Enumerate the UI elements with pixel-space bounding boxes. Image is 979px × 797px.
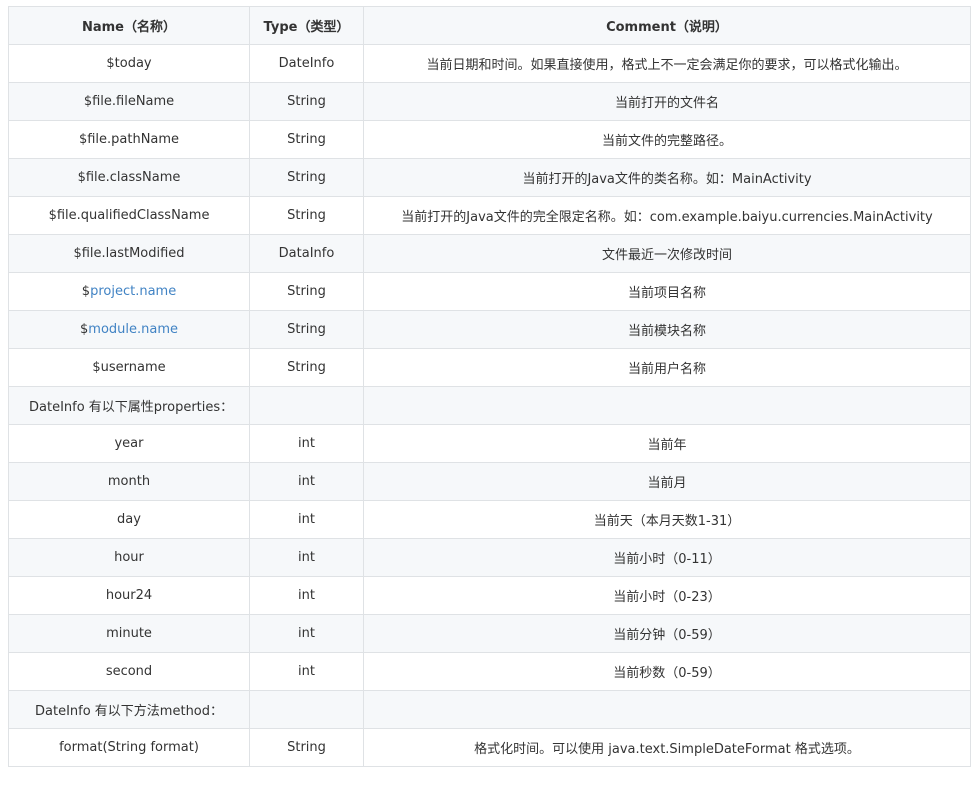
variables-table: Name（名称） Type（类型） Comment（说明） $today Dat… [8, 6, 971, 767]
cell-empty [363, 690, 971, 729]
cell-comment: 当前模块名称 [363, 310, 971, 349]
cell-comment: 当前项目名称 [363, 272, 971, 311]
table-row: $project.name String 当前项目名称 [8, 272, 971, 311]
cell-comment: 当前用户名称 [363, 348, 971, 387]
table-row: day int 当前天（本月天数1-31） [8, 500, 971, 539]
cell-type: String [249, 196, 364, 235]
cell-name: format(String format) [8, 728, 250, 767]
cell-type: int [249, 462, 364, 501]
cell-comment: 当前天（本月天数1-31） [363, 500, 971, 539]
cell-comment: 当前打开的文件名 [363, 82, 971, 121]
variables-table-container: Name（名称） Type（类型） Comment（说明） $today Dat… [8, 6, 971, 767]
cell-name: second [8, 652, 250, 691]
table-row: $file.lastModified DataInfo 文件最近一次修改时间 [8, 234, 971, 273]
cell-name: $file.lastModified [8, 234, 250, 273]
cell-type: String [249, 272, 364, 311]
cell-empty [363, 386, 971, 425]
cell-type: int [249, 538, 364, 577]
cell-comment: 当前秒数（0-59） [363, 652, 971, 691]
header-name: Name（名称） [8, 6, 250, 45]
cell-type: DateInfo [249, 44, 364, 83]
cell-name: $username [8, 348, 250, 387]
table-row: $username String 当前用户名称 [8, 348, 971, 387]
cell-type: String [249, 348, 364, 387]
table-row: $file.qualifiedClassName String 当前打开的Jav… [8, 196, 971, 235]
cell-name: $project.name [8, 272, 250, 311]
table-row: format(String format) String 格式化时间。可以使用 … [8, 728, 971, 767]
header-type: Type（类型） [249, 6, 364, 45]
cell-comment: 当前年 [363, 424, 971, 463]
cell-comment: 当前月 [363, 462, 971, 501]
table-row: hour int 当前小时（0-11） [8, 538, 971, 577]
cell-name: day [8, 500, 250, 539]
header-comment: Comment（说明） [363, 6, 971, 45]
cell-name: hour [8, 538, 250, 577]
project-name-link[interactable]: project.name [90, 284, 176, 299]
cell-type: String [249, 82, 364, 121]
cell-name: year [8, 424, 250, 463]
cell-type: int [249, 576, 364, 615]
section-label-methods: DateInfo 有以下方法method： [8, 690, 250, 729]
table-row: $file.className String 当前打开的Java文件的类名称。如… [8, 158, 971, 197]
table-row: minute int 当前分钟（0-59） [8, 614, 971, 653]
cell-comment: 当前小时（0-23） [363, 576, 971, 615]
section-label-properties: DateInfo 有以下属性properties： [8, 386, 250, 425]
section-row-properties: DateInfo 有以下属性properties： [8, 386, 971, 425]
cell-type: int [249, 652, 364, 691]
cell-name: minute [8, 614, 250, 653]
table-header-row: Name（名称） Type（类型） Comment（说明） [8, 6, 971, 45]
table-row: hour24 int 当前小时（0-23） [8, 576, 971, 615]
cell-name: hour24 [8, 576, 250, 615]
cell-comment: 当前打开的Java文件的完全限定名称。如：com.example.baiyu.c… [363, 196, 971, 235]
cell-type: int [249, 500, 364, 539]
table-row: month int 当前月 [8, 462, 971, 501]
cell-name: $module.name [8, 310, 250, 349]
section-row-methods: DateInfo 有以下方法method： [8, 690, 971, 729]
cell-type: DataInfo [249, 234, 364, 273]
cell-name: $file.qualifiedClassName [8, 196, 250, 235]
cell-type: String [249, 158, 364, 197]
cell-name: $file.fileName [8, 82, 250, 121]
cell-comment: 当前日期和时间。如果直接使用，格式上不一定会满足你的要求，可以格式化输出。 [363, 44, 971, 83]
cell-name: month [8, 462, 250, 501]
cell-type: String [249, 120, 364, 159]
cell-comment: 当前小时（0-11） [363, 538, 971, 577]
table-row: $module.name String 当前模块名称 [8, 310, 971, 349]
cell-comment: 当前分钟（0-59） [363, 614, 971, 653]
name-prefix: $ [81, 284, 91, 299]
table-row: $file.fileName String 当前打开的文件名 [8, 82, 971, 121]
cell-name: $file.pathName [8, 120, 250, 159]
module-name-link[interactable]: module.name [88, 322, 178, 337]
table-row: second int 当前秒数（0-59） [8, 652, 971, 691]
cell-type: int [249, 614, 364, 653]
cell-comment: 格式化时间。可以使用 java.text.SimpleDateFormat 格式… [363, 728, 971, 767]
table-row: $file.pathName String 当前文件的完整路径。 [8, 120, 971, 159]
cell-type: String [249, 310, 364, 349]
table-row: year int 当前年 [8, 424, 971, 463]
cell-comment: 当前文件的完整路径。 [363, 120, 971, 159]
cell-comment: 文件最近一次修改时间 [363, 234, 971, 273]
cell-empty [249, 386, 364, 425]
cell-comment: 当前打开的Java文件的类名称。如：MainActivity [363, 158, 971, 197]
cell-name: $today [8, 44, 250, 83]
cell-type: int [249, 424, 364, 463]
cell-empty [249, 690, 364, 729]
cell-type: String [249, 728, 364, 767]
table-row: $today DateInfo 当前日期和时间。如果直接使用，格式上不一定会满足… [8, 44, 971, 83]
cell-name: $file.className [8, 158, 250, 197]
